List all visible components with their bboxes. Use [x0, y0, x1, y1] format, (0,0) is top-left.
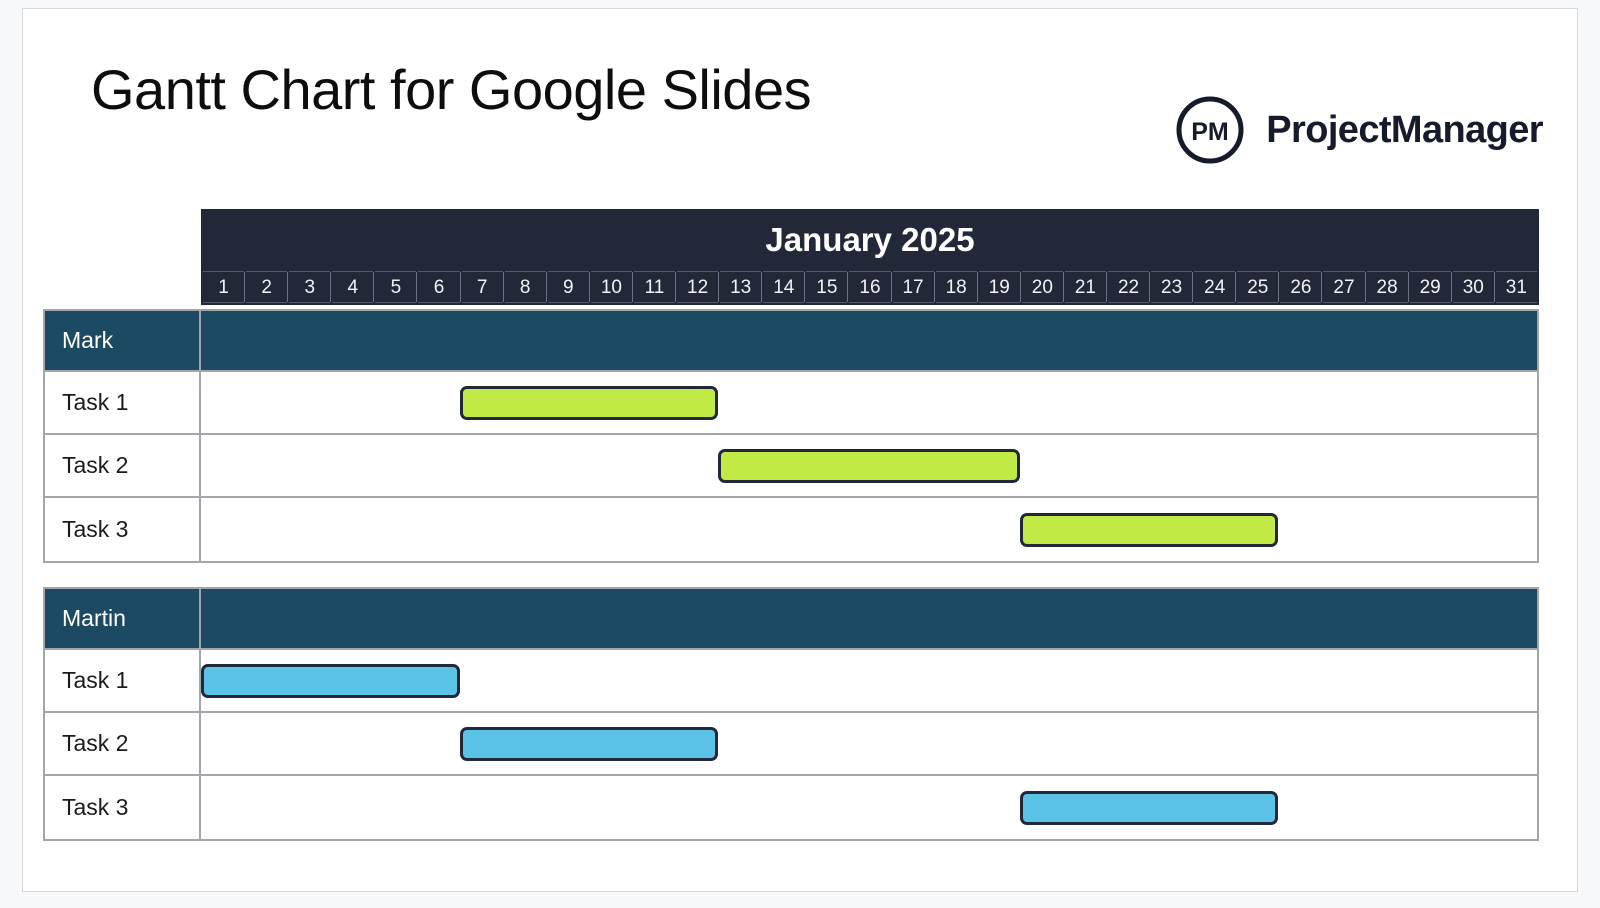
month-label: January 2025 — [765, 221, 975, 258]
task-label-martin-2: Task 2 — [45, 713, 201, 774]
brand-name: ProjectManager — [1266, 108, 1543, 151]
table-row: Task 1 — [45, 650, 1537, 713]
day-cell-8[interactable]: 8 — [502, 271, 546, 303]
brand-mark-text: PM — [1192, 118, 1230, 146]
day-cell-12[interactable]: 12 — [675, 271, 719, 303]
task-track-martin-1 — [201, 650, 1537, 711]
brand-logo: PM ProjectManager — [1174, 94, 1544, 166]
table-row: Task 2 — [45, 435, 1537, 498]
slide-header: Gantt Chart for Google Slides PM Project… — [23, 9, 1577, 199]
day-cell-18[interactable]: 18 — [933, 271, 977, 303]
task-label-martin-3: Task 3 — [45, 776, 201, 839]
day-cell-3[interactable]: 3 — [287, 271, 331, 303]
day-cell-23[interactable]: 23 — [1149, 271, 1193, 303]
gantt-bar-martin-1[interactable] — [201, 663, 460, 698]
day-cell-31[interactable]: 31 — [1493, 271, 1537, 303]
gantt-bar-mark-2[interactable] — [718, 448, 1020, 483]
gantt-group-martin: Martin Task 1 Task 2 Task 3 — [43, 587, 1539, 841]
day-cell-11[interactable]: 11 — [631, 271, 676, 303]
gantt-group-mark: Mark Task 1 Task 2 Task 3 — [43, 309, 1539, 563]
day-cell-14[interactable]: 14 — [761, 271, 805, 303]
day-cell-30[interactable]: 30 — [1450, 271, 1494, 303]
table-row: Task 1 — [45, 372, 1537, 435]
day-cell-25[interactable]: 25 — [1235, 271, 1279, 303]
gantt-bar-mark-3[interactable] — [1019, 512, 1279, 547]
day-cell-17[interactable]: 17 — [890, 271, 934, 303]
day-cell-4[interactable]: 4 — [330, 271, 374, 303]
day-cell-27[interactable]: 27 — [1321, 271, 1365, 303]
day-cell-6[interactable]: 6 — [416, 271, 460, 303]
task-label-martin-1: Task 1 — [45, 650, 201, 711]
gantt-bar-mark-1[interactable] — [459, 385, 719, 420]
day-cell-24[interactable]: 24 — [1192, 271, 1236, 303]
task-track-mark-3 — [201, 498, 1537, 561]
group-name-martin: Martin — [45, 589, 201, 648]
day-axis: 1 2 3 4 5 6 7 8 9 10 11 12 13 14 15 16 17 18 19 20 21 22 23 24 2… — [201, 271, 1539, 305]
projectmanager-logo-icon: PM — [1176, 96, 1244, 164]
group-name-mark: Mark — [45, 311, 201, 370]
day-cell-28[interactable]: 28 — [1364, 271, 1408, 303]
table-row: Task 3 — [45, 498, 1537, 561]
day-cell-7[interactable]: 7 — [459, 271, 503, 303]
group-header-track-mark — [201, 311, 1537, 370]
day-cell-2[interactable]: 2 — [244, 271, 288, 303]
day-cell-21[interactable]: 21 — [1062, 271, 1106, 303]
day-cell-5[interactable]: 5 — [373, 271, 417, 303]
gantt-group-header-martin: Martin — [45, 589, 1537, 650]
day-cell-16[interactable]: 16 — [847, 271, 891, 303]
day-cell-20[interactable]: 20 — [1019, 271, 1063, 303]
task-track-martin-2 — [201, 713, 1537, 774]
task-track-martin-3 — [201, 776, 1537, 839]
slide-canvas: Gantt Chart for Google Slides PM Project… — [22, 8, 1578, 892]
table-row: Task 3 — [45, 776, 1537, 839]
day-cell-10[interactable]: 10 — [588, 271, 632, 303]
day-cell-15[interactable]: 15 — [804, 271, 848, 303]
gantt-bar-martin-2[interactable] — [459, 726, 719, 761]
task-track-mark-1 — [201, 372, 1537, 433]
day-cell-13[interactable]: 13 — [718, 271, 762, 303]
day-cell-19[interactable]: 19 — [976, 271, 1020, 303]
table-row: Task 2 — [45, 713, 1537, 776]
timeline-header: January 2025 1 2 3 4 5 6 7 8 9 10 11 12 13 14 15 16 17 18… — [201, 209, 1539, 305]
task-label-mark-1: Task 1 — [45, 372, 201, 433]
page-title: Gantt Chart for Google Slides — [91, 58, 812, 121]
task-track-mark-2 — [201, 435, 1537, 496]
group-header-track-martin — [201, 589, 1537, 648]
gantt-bar-martin-3[interactable] — [1019, 790, 1279, 825]
day-cell-29[interactable]: 29 — [1407, 271, 1451, 303]
task-label-mark-3: Task 3 — [45, 498, 201, 561]
task-label-mark-2: Task 2 — [45, 435, 201, 496]
gantt-group-header-mark: Mark — [45, 311, 1537, 372]
day-cell-9[interactable]: 9 — [545, 271, 589, 303]
day-cell-26[interactable]: 26 — [1278, 271, 1322, 303]
day-cell-1[interactable]: 1 — [203, 271, 245, 303]
day-cell-22[interactable]: 22 — [1105, 271, 1150, 303]
